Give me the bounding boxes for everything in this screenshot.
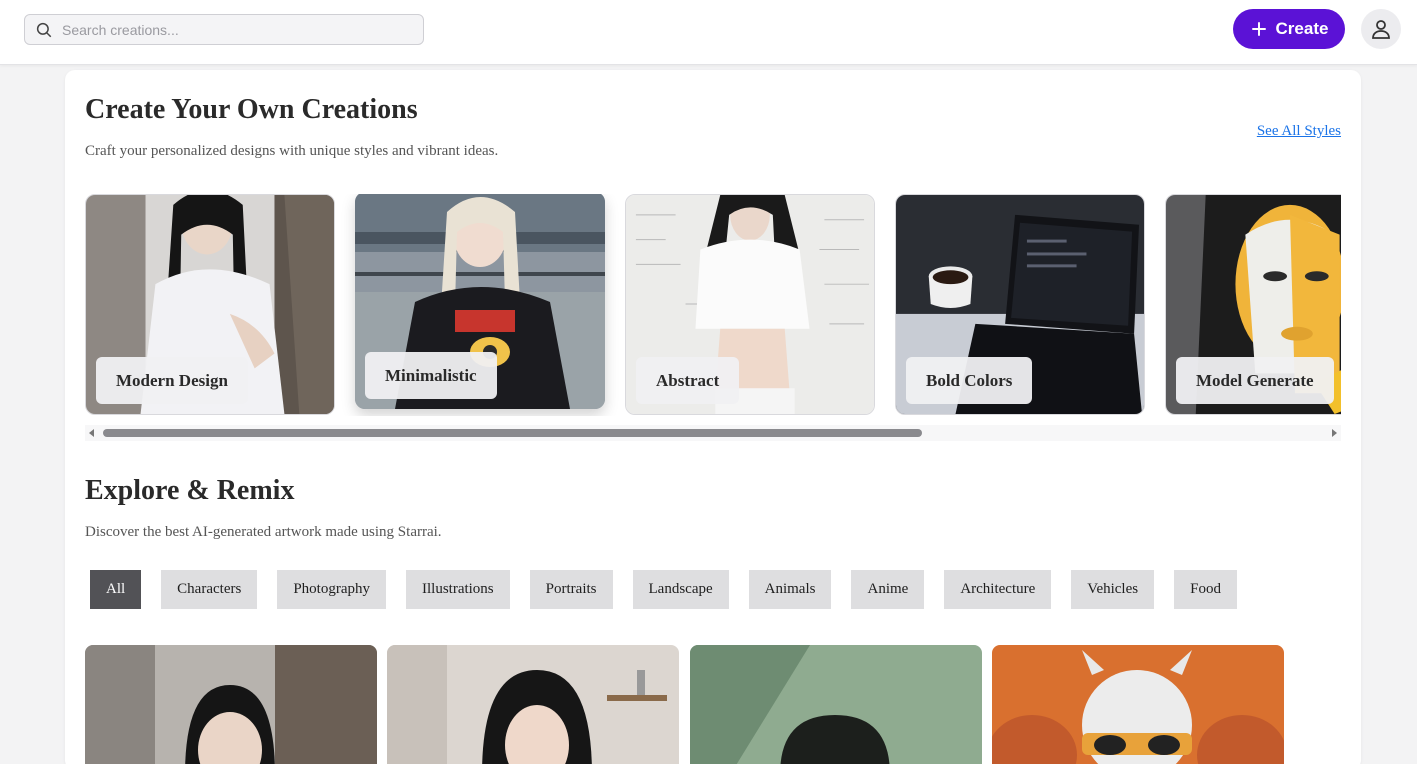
filter-food[interactable]: Food [1174,570,1237,609]
filter-characters[interactable]: Characters [161,570,258,609]
gallery-image [690,645,982,764]
plus-icon [1251,22,1266,36]
style-card-label: Abstract [636,357,740,404]
gallery-item[interactable] [690,645,982,764]
filter-architecture[interactable]: Architecture [944,570,1052,609]
gallery-image [85,645,377,764]
style-card-model-generate[interactable]: Model Generate [1165,194,1341,415]
style-card-label: Bold Colors [906,357,1033,404]
filter-all[interactable]: All [90,570,142,609]
filter-portraits[interactable]: Portraits [529,570,613,609]
create-button[interactable]: Create [1233,9,1345,49]
filter-landscape[interactable]: Landscape [632,570,729,609]
styles-carousel: Modern Design Minimalistic Abstract Bold… [85,194,1341,416]
style-card-bold-colors[interactable]: Bold Colors [895,194,1145,415]
gallery-image [992,645,1284,764]
gallery-item[interactable] [85,645,377,764]
explore-section-subtitle: Discover the best AI-generated artwork m… [85,524,442,540]
top-bar: Create [0,0,1417,65]
filter-anime[interactable]: Anime [851,570,925,609]
style-card-label: Modern Design [96,357,248,404]
filter-illustrations[interactable]: Illustrations [405,570,510,609]
style-card-minimalistic[interactable]: Minimalistic [355,194,605,409]
explore-section-title: Explore & Remix [85,475,295,506]
styles-section-subtitle: Craft your personalized designs with uni… [85,143,499,159]
style-card-modern-design[interactable]: Modern Design [85,194,335,415]
gallery-image [387,645,679,764]
user-icon [1372,20,1390,39]
style-card-label: Model Generate [1176,357,1334,404]
search-input[interactable] [62,21,402,38]
style-card-label: Minimalistic [365,352,497,399]
scroll-left-arrow-icon[interactable] [89,429,94,437]
filter-vehicles[interactable]: Vehicles [1071,570,1155,609]
scroll-right-arrow-icon[interactable] [1332,429,1337,437]
search-icon [36,22,52,37]
category-filters: All Characters Photography Illustrations… [90,570,1237,609]
styles-section-title: Create Your Own Creations [85,94,418,125]
gallery-item[interactable] [992,645,1284,764]
artwork-gallery [85,645,1295,764]
main-panel: Create Your Own Creations Craft your per… [65,70,1361,764]
styles-scrollbar[interactable] [85,425,1341,441]
style-card-abstract[interactable]: Abstract [625,194,875,415]
create-button-label: Create [1275,19,1329,38]
filter-animals[interactable]: Animals [748,570,832,609]
see-all-styles-link[interactable]: See All Styles [1257,123,1341,140]
gallery-item[interactable] [387,645,679,764]
scrollbar-thumb[interactable] [103,429,922,437]
search-box[interactable] [24,14,424,45]
filter-photography[interactable]: Photography [277,570,386,609]
user-account-button[interactable] [1361,9,1401,49]
